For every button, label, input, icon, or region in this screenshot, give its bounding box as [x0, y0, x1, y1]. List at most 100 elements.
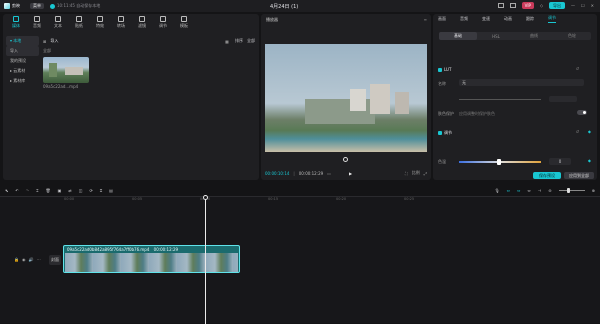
- color-temp-handle[interactable]: [497, 159, 501, 165]
- color-temp-keyframe-icon[interactable]: ◆: [588, 158, 591, 163]
- lut-checkbox[interactable]: [438, 67, 442, 72]
- zoom-slider[interactable]: [558, 187, 585, 193]
- menu-button[interactable]: 菜单: [30, 3, 44, 9]
- lut-strength-slider[interactable]: [459, 99, 541, 100]
- tab-canvas[interactable]: 画面: [438, 16, 446, 22]
- crop-icon[interactable]: ⌗: [100, 188, 102, 193]
- skin-protect-label: 肤色保护: [438, 111, 454, 116]
- image-icon[interactable]: ▤: [109, 188, 113, 193]
- subtab-basic[interactable]: 基础: [439, 32, 477, 40]
- mirror-icon[interactable]: ◫: [79, 188, 83, 193]
- tool-sticker[interactable]: 贴纸: [69, 16, 89, 34]
- color-temp-label: 色温: [438, 159, 446, 164]
- preview-axis-icon[interactable]: ⊣: [538, 188, 541, 193]
- capcut-logo-icon: [4, 3, 10, 9]
- tool-template[interactable]: 模板: [174, 16, 194, 34]
- timecode-icon[interactable]: ▭: [327, 171, 331, 176]
- color-temp-field[interactable]: 0: [549, 158, 571, 165]
- maximize-icon[interactable]: ☐: [581, 3, 585, 8]
- adjust-checkbox[interactable]: [438, 131, 442, 135]
- tab-tracking[interactable]: 跟踪: [526, 16, 534, 22]
- lut-select[interactable]: 无: [459, 79, 584, 86]
- lut-strength-field[interactable]: [549, 96, 577, 102]
- track-menu-icon[interactable]: ⋯: [36, 257, 40, 262]
- playhead[interactable]: [203, 195, 208, 324]
- media-sidebar: ▾ 本地 导入 我的预设 ▸ 云素材 ▸ 素材库: [6, 36, 39, 86]
- zoom-out-icon[interactable]: ⊖: [548, 188, 551, 193]
- subtab-hsl[interactable]: HSL: [477, 34, 515, 39]
- media-item-name: 09a5c22ad...mp4: [43, 84, 79, 89]
- minimize-icon[interactable]: —: [571, 3, 575, 8]
- reset-lut-icon[interactable]: ↺: [576, 66, 579, 71]
- ratio-button[interactable]: 比例: [412, 170, 420, 176]
- track-controls: 🔒 ◉ 🔊 ⋯: [14, 257, 40, 262]
- project-title[interactable]: 4月24日 (1): [270, 3, 298, 10]
- undo-icon[interactable]: ↶: [15, 188, 18, 193]
- template-icon: [181, 16, 187, 22]
- import-button[interactable]: 导入: [50, 38, 58, 44]
- snap-icon[interactable]: ⇔: [527, 188, 530, 193]
- section-label: 全部: [43, 48, 51, 53]
- tool-media[interactable]: 媒体: [6, 16, 26, 34]
- import-icon[interactable]: ⊞: [43, 39, 46, 44]
- sidebar-item-presets[interactable]: 我的预设: [6, 56, 39, 66]
- fullscreen-icon[interactable]: ⤢: [424, 171, 427, 176]
- tab-speed[interactable]: 变速: [482, 16, 490, 22]
- sidebar-item-library[interactable]: ▸ 素材库: [6, 76, 39, 86]
- freeze-icon[interactable]: ▣: [58, 188, 62, 193]
- view-toggle-icon[interactable]: ▦: [223, 37, 231, 45]
- sidebar-item-local[interactable]: ▾ 本地: [6, 36, 39, 46]
- hide-track-icon[interactable]: ◉: [22, 257, 26, 262]
- vip-badge[interactable]: VIP: [521, 2, 534, 9]
- tool-audio[interactable]: 音频: [27, 16, 47, 34]
- apply-all-button[interactable]: 应用到全部: [564, 172, 594, 179]
- close-icon[interactable]: ✕: [591, 3, 594, 8]
- tab-animation[interactable]: 动画: [504, 16, 512, 22]
- microphone-icon[interactable]: 🎙: [495, 188, 500, 193]
- zoom-in-icon[interactable]: ⊕: [592, 188, 595, 193]
- delete-icon[interactable]: 🗑: [45, 188, 50, 193]
- link-audio-icon[interactable]: ⇔: [517, 188, 520, 193]
- video-clip[interactable]: 09a5c22ad0b842a895f764a7ff0b76.mp4 00:00…: [63, 245, 240, 273]
- save-preset-button[interactable]: 保存预设: [533, 172, 561, 179]
- shortcut-icon[interactable]: [509, 3, 516, 8]
- tool-effects[interactable]: 特效: [90, 16, 110, 34]
- redo-icon[interactable]: ↷: [26, 188, 29, 193]
- sort-button[interactable]: 排序: [235, 38, 243, 44]
- export-button[interactable]: 导出: [549, 2, 566, 9]
- keyframe-icon[interactable]: ◆: [588, 129, 591, 134]
- player-menu-icon[interactable]: ≡: [424, 17, 427, 22]
- sidebar-item-cloud[interactable]: ▸ 云素材: [6, 66, 39, 76]
- video-preview[interactable]: [265, 44, 427, 152]
- play-button[interactable]: ▶: [349, 171, 352, 176]
- notification-icon[interactable]: ◇: [540, 3, 543, 8]
- playhead-handle-icon[interactable]: [203, 195, 208, 200]
- skin-protect-toggle[interactable]: [577, 110, 587, 115]
- timeline-ruler: 00:00 00:05 00:10 00:15 00:20 00:25: [64, 197, 415, 201]
- tool-text[interactable]: 文本: [48, 16, 68, 34]
- media-item[interactable]: 09a5c22ad...mp4: [43, 57, 89, 89]
- select-tool-icon[interactable]: ⬉: [5, 188, 8, 193]
- tool-transition[interactable]: 转场: [111, 16, 131, 34]
- mute-track-icon[interactable]: 🔊: [28, 257, 33, 262]
- layout-icon[interactable]: [497, 3, 504, 8]
- lock-track-icon[interactable]: 🔒: [14, 257, 19, 262]
- fullscreen-fit-icon[interactable]: ⛶: [405, 171, 408, 176]
- sidebar-item-import[interactable]: 导入: [6, 46, 39, 56]
- cover-button[interactable]: 封面: [49, 255, 61, 265]
- adjust-icon: [160, 16, 166, 22]
- subtab-color-wheel[interactable]: 色轮: [553, 33, 591, 39]
- subtab-curves[interactable]: 曲线: [515, 33, 553, 39]
- rotate-icon[interactable]: ⟳: [89, 188, 92, 193]
- filter-button[interactable]: 全部: [247, 38, 255, 44]
- split-icon[interactable]: ⌶: [36, 188, 38, 193]
- title-bar: 剪映 菜单 10:11:45 自动保存本地 4月24日 (1) VIP ◇ 导出…: [0, 0, 600, 12]
- link-main-icon[interactable]: ⇔: [507, 188, 510, 193]
- tool-adjust[interactable]: 调节: [153, 16, 173, 34]
- reverse-icon[interactable]: ⇄: [68, 188, 71, 193]
- tool-filter[interactable]: 滤镜: [132, 16, 152, 34]
- tab-adjust[interactable]: 调节: [548, 15, 556, 23]
- tab-audio[interactable]: 音频: [460, 16, 468, 22]
- reset-adjust-icon[interactable]: ↺: [576, 129, 579, 134]
- effects-icon: [97, 16, 103, 22]
